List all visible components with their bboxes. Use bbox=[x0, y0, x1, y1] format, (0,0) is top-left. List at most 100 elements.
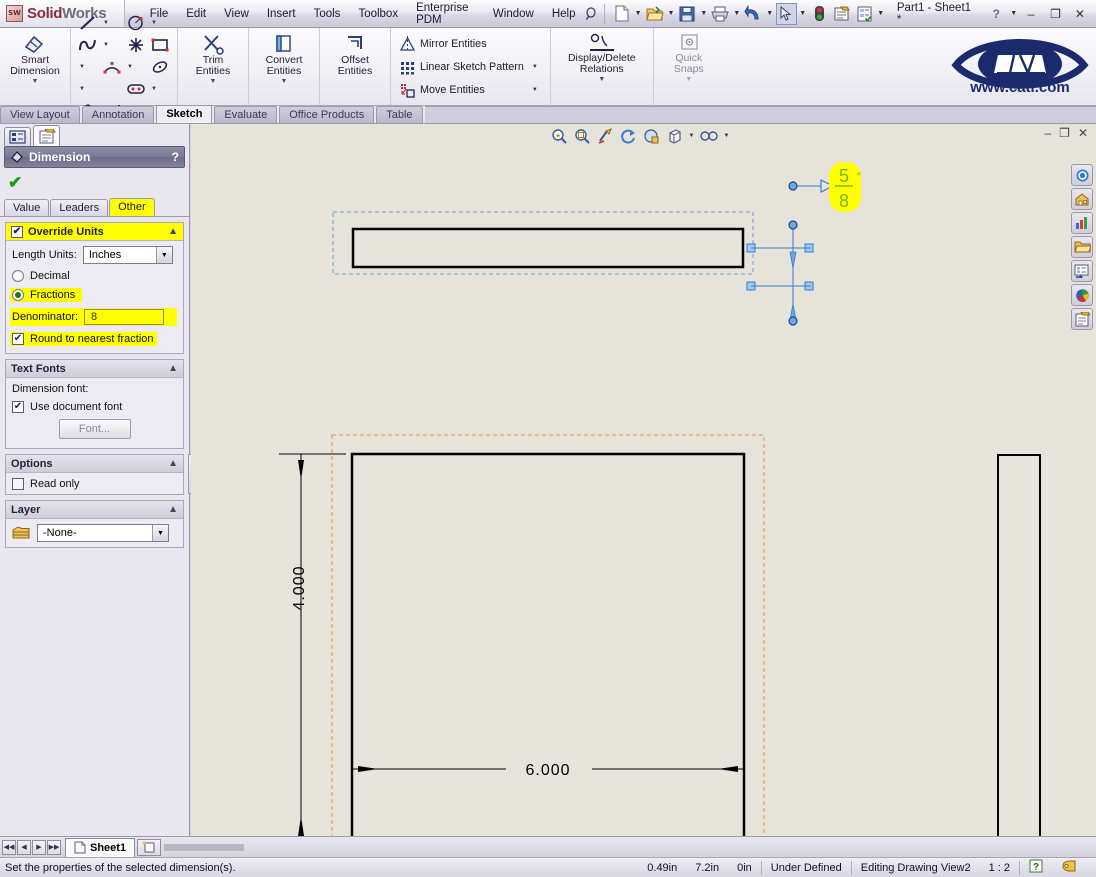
rectangle-icon[interactable] bbox=[149, 34, 171, 55]
fractions-radio-row[interactable]: Fractions bbox=[10, 288, 82, 302]
ok-button[interactable]: ✔ bbox=[8, 173, 22, 193]
round-to-nearest-fraction-checkbox[interactable]: ✔ bbox=[12, 333, 24, 345]
ellipse-icon[interactable] bbox=[149, 56, 171, 77]
next-sheet-button[interactable]: ▶ bbox=[32, 839, 46, 855]
display-delete-relations-dropdown-icon[interactable]: ▼ bbox=[598, 76, 605, 83]
menu-help[interactable]: Help bbox=[543, 4, 585, 24]
options-icon[interactable] bbox=[831, 3, 852, 25]
feature-manager-tab[interactable] bbox=[4, 127, 31, 146]
arc-icon[interactable] bbox=[101, 56, 123, 77]
font-button[interactable]: Font... bbox=[58, 419, 131, 439]
override-units-collapse-icon[interactable]: ▲ bbox=[168, 226, 178, 237]
convert-entities-button[interactable]: Convert Entities ▼ bbox=[255, 30, 313, 85]
use-document-font-checkbox[interactable]: ✔ bbox=[12, 401, 24, 413]
use-document-font-row[interactable]: ✔ Use document font bbox=[12, 401, 177, 413]
spline-dropdown-icon[interactable]: ▼ bbox=[101, 34, 111, 55]
tab-leaders[interactable]: Leaders bbox=[50, 199, 109, 216]
circle-icon[interactable] bbox=[125, 12, 147, 33]
window-minimize-button[interactable]: – bbox=[1020, 4, 1042, 24]
property-manager-tab[interactable] bbox=[33, 125, 60, 146]
sheet-tab-sheet1[interactable]: Sheet1 bbox=[65, 837, 136, 857]
trim-entities-button[interactable]: Trim Entities ▼ bbox=[184, 30, 242, 85]
add-sheet-button[interactable] bbox=[137, 838, 162, 856]
move-entities-button[interactable]: Move Entities ▼ bbox=[397, 79, 544, 101]
trim-entities-dropdown-icon[interactable]: ▼ bbox=[210, 78, 217, 85]
menu-edit[interactable]: Edit bbox=[177, 4, 215, 24]
slot-icon[interactable] bbox=[125, 78, 147, 99]
denominator-input[interactable]: 8 bbox=[84, 309, 165, 325]
display-delete-relations-button[interactable]: Display/Delete Relations ▼ bbox=[557, 30, 647, 83]
length-units-select[interactable]: Inches ▼ bbox=[82, 246, 173, 264]
menu-enterprise-pdm[interactable]: Enterprise PDM bbox=[407, 0, 484, 30]
open-dropdown-icon[interactable]: ▼ bbox=[667, 3, 675, 25]
tab-annotation[interactable]: Annotation bbox=[81, 106, 155, 123]
fractions-radio[interactable] bbox=[12, 289, 24, 301]
undo-dropdown-icon[interactable]: ▼ bbox=[766, 3, 774, 25]
save-icon[interactable] bbox=[677, 3, 698, 25]
search-icon[interactable] bbox=[584, 3, 600, 25]
sheet-bar-scroll[interactable] bbox=[164, 843, 245, 851]
tab-value[interactable]: Value bbox=[4, 199, 50, 216]
select-dropdown-icon[interactable]: ▼ bbox=[799, 3, 807, 25]
layer-collapse-icon[interactable]: ▲ bbox=[168, 504, 178, 515]
help-dropdown-icon[interactable]: ▼ bbox=[1010, 3, 1018, 25]
menu-toolbox[interactable]: Toolbox bbox=[349, 4, 407, 24]
menu-view[interactable]: View bbox=[215, 4, 258, 24]
layer-select[interactable]: -None- ▼ bbox=[37, 524, 169, 542]
slot-dropdown-icon[interactable]: ▼ bbox=[149, 78, 159, 99]
cati-logo[interactable]: www.cati.com bbox=[950, 28, 1090, 100]
read-only-row[interactable]: Read only bbox=[12, 478, 177, 490]
rebuild-traffic-icon[interactable] bbox=[809, 3, 830, 25]
select-cursor-icon[interactable] bbox=[775, 2, 797, 25]
help-button[interactable]: ? bbox=[985, 4, 1007, 24]
print-dropdown-icon[interactable]: ▼ bbox=[733, 3, 741, 25]
quick-snaps-dropdown-icon[interactable]: ▼ bbox=[685, 76, 692, 83]
menu-insert[interactable]: Insert bbox=[258, 4, 305, 24]
decimal-radio[interactable] bbox=[12, 270, 24, 282]
linear-sketch-pattern-button[interactable]: Linear Sketch Pattern ▼ bbox=[397, 56, 544, 78]
quick-snaps-button[interactable]: Quick Snaps ▼ bbox=[660, 30, 718, 83]
smart-dimension-dropdown-icon[interactable]: ▼ bbox=[32, 78, 39, 85]
last-sheet-button[interactable]: ▶▶ bbox=[47, 839, 61, 855]
rectangle-dropdown-icon[interactable]: ▼ bbox=[77, 56, 87, 77]
new-document-dropdown-icon[interactable]: ▼ bbox=[634, 3, 642, 25]
read-only-checkbox[interactable] bbox=[12, 478, 24, 490]
tab-other[interactable]: Other bbox=[109, 198, 155, 216]
mirror-entities-button[interactable]: Mirror Entities bbox=[397, 33, 544, 55]
point-icon[interactable] bbox=[125, 34, 147, 55]
drawing-canvas[interactable]: 5 8 ″ 4.000 6.000 bbox=[191, 124, 1096, 836]
status-help-button[interactable]: ? bbox=[1020, 859, 1052, 876]
tab-evaluate[interactable]: Evaluate bbox=[214, 106, 278, 123]
spline-icon[interactable] bbox=[77, 34, 99, 55]
decimal-radio-row[interactable]: Decimal bbox=[12, 270, 177, 282]
window-close-button[interactable]: ✕ bbox=[1069, 4, 1091, 24]
property-manager-help-button[interactable]: ? bbox=[172, 150, 179, 164]
linear-sketch-pattern-dropdown-icon[interactable]: ▼ bbox=[528, 64, 542, 70]
chevron-down-icon[interactable]: ▼ bbox=[155, 247, 172, 263]
menu-window[interactable]: Window bbox=[484, 4, 543, 24]
smart-dimension-button[interactable]: Smart Dimension ▼ bbox=[6, 30, 64, 85]
options-header[interactable]: Options ▲ bbox=[6, 455, 183, 473]
tab-office-products[interactable]: Office Products bbox=[279, 106, 375, 123]
new-document-icon[interactable] bbox=[611, 3, 632, 25]
first-sheet-button[interactable]: ◀◀ bbox=[2, 839, 16, 855]
previous-sheet-button[interactable]: ◀ bbox=[17, 839, 31, 855]
line-icon[interactable] bbox=[77, 12, 99, 33]
tag-icon[interactable] bbox=[1052, 859, 1086, 876]
open-folder-icon[interactable] bbox=[644, 3, 665, 25]
text-fonts-header[interactable]: Text Fonts ▲ bbox=[6, 360, 183, 378]
layer-header[interactable]: Layer ▲ bbox=[6, 501, 183, 519]
convert-entities-dropdown-icon[interactable]: ▼ bbox=[281, 78, 288, 85]
arc-dropdown-icon[interactable]: ▼ bbox=[125, 56, 135, 77]
document-properties-dropdown-icon[interactable]: ▼ bbox=[876, 3, 884, 25]
override-units-header[interactable]: ✔ Override Units ▲ bbox=[6, 223, 183, 241]
tab-table[interactable]: Table bbox=[376, 106, 423, 123]
options-collapse-icon[interactable]: ▲ bbox=[168, 458, 178, 469]
menu-tools[interactable]: Tools bbox=[305, 4, 350, 24]
save-dropdown-icon[interactable]: ▼ bbox=[700, 3, 708, 25]
undo-icon[interactable] bbox=[743, 3, 764, 25]
offset-entities-button[interactable]: Offset Entities bbox=[326, 30, 384, 77]
line-dropdown-icon[interactable]: ▼ bbox=[101, 12, 111, 33]
chevron-down-icon[interactable]: ▼ bbox=[152, 525, 168, 541]
round-fraction-row[interactable]: ✔ Round to nearest fraction bbox=[10, 332, 157, 346]
